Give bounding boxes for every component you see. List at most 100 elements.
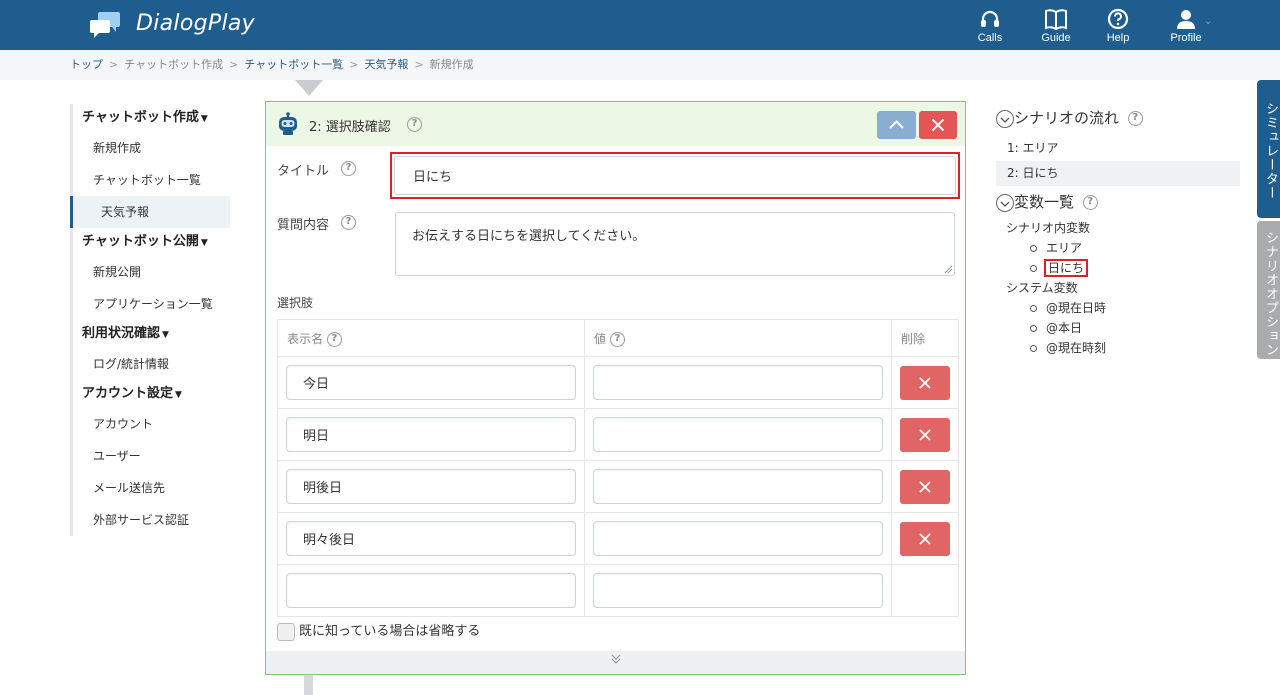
table-cell bbox=[277, 512, 585, 565]
sidebar-section-account[interactable]: アカウント設定 ▼ bbox=[70, 380, 230, 408]
help-icon[interactable]: ? bbox=[609, 331, 625, 347]
table-cell bbox=[891, 356, 959, 409]
table-cell bbox=[277, 356, 585, 409]
sidebar-item-new[interactable]: 新規作成 bbox=[70, 132, 230, 164]
display-name-input[interactable] bbox=[286, 365, 576, 400]
breadcrumb-separator: > bbox=[414, 58, 424, 71]
display-name-input[interactable] bbox=[286, 417, 576, 452]
variable-item[interactable]: エリア bbox=[996, 238, 1240, 258]
sidebar-item-weather[interactable]: 天気予報 bbox=[70, 196, 230, 228]
close-icon bbox=[919, 376, 931, 389]
table-header-row: 表示名 ? 値 ? 削除 bbox=[277, 319, 959, 357]
flow-item-label: 1: エリア bbox=[1007, 141, 1059, 155]
variable-item[interactable]: 日にち bbox=[996, 258, 1240, 278]
caret-down-icon: ▼ bbox=[162, 330, 169, 340]
table-cell bbox=[891, 408, 959, 461]
variables-header[interactable]: 変数一覧 ? bbox=[996, 190, 1240, 214]
nav-profile-label: Profile bbox=[1170, 32, 1202, 44]
resize-grip-icon[interactable] bbox=[943, 264, 953, 274]
breadcrumb-list[interactable]: チャットボット一覧 bbox=[244, 58, 343, 71]
help-icon[interactable]: ? bbox=[1127, 111, 1143, 126]
delete-row-button[interactable] bbox=[900, 521, 950, 556]
table-row bbox=[277, 356, 959, 409]
bullet-icon bbox=[1030, 265, 1037, 272]
skip-option: 既に知っている場合は省略する bbox=[277, 620, 480, 641]
help-icon[interactable]: ? bbox=[1082, 195, 1098, 210]
variable-name: エリア bbox=[1046, 241, 1083, 255]
table-cell bbox=[584, 512, 892, 565]
choice-step-card: 2: 選択肢確認 ? タイトル ? 質問内容 ? お伝えする日にちを選択してくだ… bbox=[265, 101, 966, 675]
expand-toggle[interactable] bbox=[266, 651, 965, 674]
variable-item[interactable]: @現在時刻 bbox=[996, 338, 1240, 358]
sidebar-item-logs[interactable]: ログ/統計情報 bbox=[70, 348, 230, 380]
column-header-value: 値 ? bbox=[584, 319, 892, 357]
simulator-tab-label: シミュレーター bbox=[1263, 102, 1278, 200]
sidebar-item-external-auth[interactable]: 外部サービス認証 bbox=[70, 504, 230, 536]
display-name-input[interactable] bbox=[286, 573, 576, 608]
nav-profile[interactable]: Profile bbox=[1156, 8, 1216, 48]
page: DialogPlay Calls Guide Help Profile ⌄ トッ… bbox=[0, 0, 1280, 695]
variable-item[interactable]: @本日 bbox=[996, 318, 1240, 338]
value-input[interactable] bbox=[593, 365, 883, 400]
sidebar-item-mail[interactable]: メール送信先 bbox=[70, 472, 230, 504]
display-name-input[interactable] bbox=[286, 521, 576, 556]
sidebar-item-users[interactable]: ユーザー bbox=[70, 440, 230, 472]
flow-item[interactable]: 2: 日にち bbox=[996, 161, 1240, 186]
collapse-chevron-icon bbox=[996, 193, 1014, 212]
breadcrumb-current: 新規作成 bbox=[429, 58, 474, 71]
sidebar-item-account[interactable]: アカウント bbox=[70, 408, 230, 440]
sidebar-item-new-publish[interactable]: 新規公開 bbox=[70, 256, 230, 288]
close-icon bbox=[919, 428, 931, 441]
right-panel: シナリオの流れ ? 1: エリア 2: 日にち 変数一覧 ? シナリオ内変数 エ… bbox=[996, 106, 1240, 358]
value-input[interactable] bbox=[593, 417, 883, 452]
column-header-label: 値 bbox=[594, 331, 607, 346]
scenario-flow-header[interactable]: シナリオの流れ ? bbox=[996, 106, 1240, 130]
delete-row-button[interactable] bbox=[900, 417, 950, 452]
question-textarea[interactable]: お伝えする日にちを選択してください。 bbox=[395, 212, 955, 276]
value-input[interactable] bbox=[593, 573, 883, 608]
value-input[interactable] bbox=[593, 469, 883, 504]
scenario-options-tab[interactable]: シナリオオプション bbox=[1257, 221, 1280, 359]
flow-item-label: 2: 日にち bbox=[1007, 166, 1059, 180]
skip-checkbox[interactable] bbox=[277, 622, 295, 641]
sidebar: チャットボット作成 ▼ 新規作成 チャットボット一覧 天気予報 チャットボット公開… bbox=[70, 104, 230, 536]
table-cell bbox=[277, 564, 585, 617]
user-icon bbox=[1177, 10, 1195, 29]
nav-calls-label: Calls bbox=[977, 32, 1003, 44]
flow-item[interactable]: 1: エリア bbox=[996, 136, 1240, 161]
delete-step-button[interactable] bbox=[919, 111, 957, 139]
simulator-tab[interactable]: シミュレーター bbox=[1257, 80, 1280, 218]
help-icon[interactable]: ? bbox=[326, 331, 342, 347]
breadcrumb-weather[interactable]: 天気予報 bbox=[364, 58, 408, 71]
caret-down-icon: ▼ bbox=[200, 114, 208, 124]
help-icon[interactable]: ? bbox=[341, 161, 356, 176]
brand-name: DialogPlay bbox=[136, 11, 255, 36]
delete-row-button[interactable] bbox=[900, 365, 950, 400]
move-up-button[interactable] bbox=[877, 111, 916, 139]
card-title: 2: 選択肢確認 bbox=[309, 120, 391, 135]
nav-calls[interactable]: Calls bbox=[960, 8, 1020, 48]
help-icon[interactable]: ? bbox=[407, 117, 422, 132]
nav-help[interactable]: Help bbox=[1088, 8, 1148, 48]
display-name-input[interactable] bbox=[286, 469, 576, 504]
nav-guide[interactable]: Guide bbox=[1026, 8, 1086, 48]
delete-row-button[interactable] bbox=[900, 469, 950, 504]
sidebar-section-publish[interactable]: チャットボット公開 ▼ bbox=[70, 228, 230, 256]
table-cell bbox=[584, 564, 892, 617]
sidebar-section-create[interactable]: チャットボット作成 ▼ bbox=[70, 104, 230, 132]
close-icon bbox=[919, 480, 931, 493]
table-cell bbox=[584, 408, 892, 461]
title-input[interactable] bbox=[394, 156, 956, 195]
help-icon[interactable]: ? bbox=[341, 215, 356, 230]
sidebar-item-app-list[interactable]: アプリケーション一覧 bbox=[70, 288, 230, 320]
collapse-chevron-icon bbox=[996, 109, 1014, 128]
variable-item[interactable]: @現在日時 bbox=[996, 298, 1240, 318]
sidebar-item-chatbot-list[interactable]: チャットボット一覧 bbox=[70, 164, 230, 196]
chevron-down-icon[interactable]: ⌄ bbox=[1204, 16, 1212, 27]
value-input[interactable] bbox=[593, 521, 883, 556]
column-header-delete: 削除 bbox=[891, 319, 959, 357]
sidebar-section-usage[interactable]: 利用状況確認 ▼ bbox=[70, 320, 230, 348]
table-cell bbox=[891, 460, 959, 513]
bullet-icon bbox=[1030, 325, 1037, 332]
breadcrumb-top[interactable]: トップ bbox=[70, 58, 103, 71]
